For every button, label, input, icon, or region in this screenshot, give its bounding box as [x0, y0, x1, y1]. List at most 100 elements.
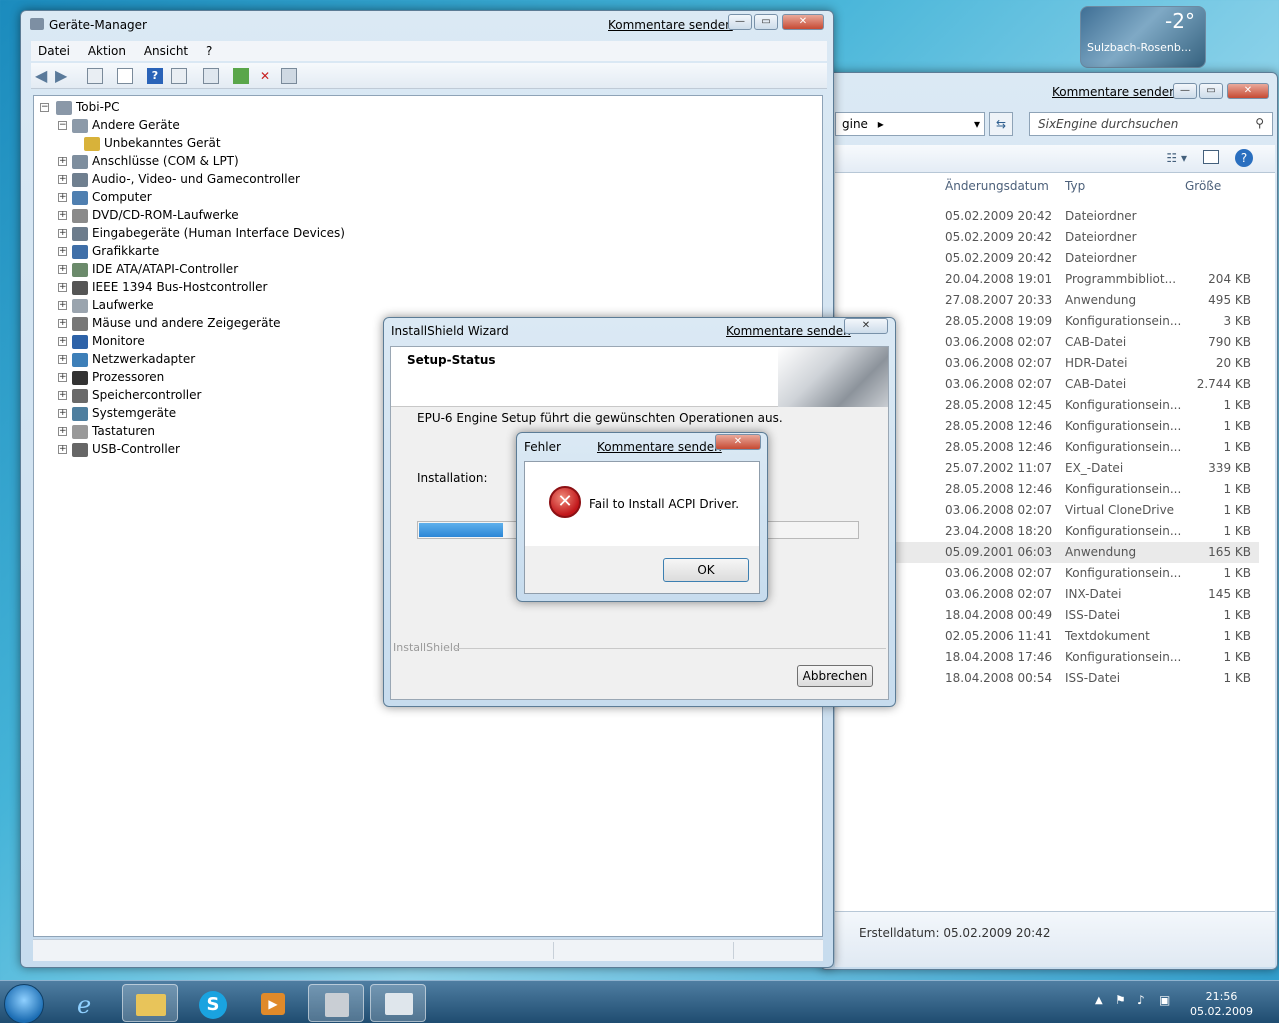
devmgr-toolbar: ◀ ▶ ? ✕ [31, 63, 827, 89]
cancel-button[interactable]: Abbrechen [797, 665, 873, 687]
expand-icon[interactable]: + [58, 355, 67, 364]
wizard-message: EPU-6 Engine Setup führt die gewünschten… [417, 411, 783, 425]
wizard-banner-art [778, 347, 888, 407]
file-row[interactable]: 18.04.2008 17:46 Konfigurationsein... 1 KB [835, 647, 1259, 668]
file-row[interactable]: 03.06.2008 02:07 INX-Datei 145 KB [835, 584, 1259, 605]
views-icon[interactable]: ☷ ▾ [1166, 151, 1187, 165]
weather-gadget[interactable]: -2° Sulzbach-Rosenb... [1080, 6, 1206, 68]
column-type[interactable]: Typ [1065, 179, 1085, 193]
file-row[interactable]: 03.06.2008 02:07 CAB-Datei 2.744 KB [835, 374, 1259, 395]
file-row[interactable]: 03.06.2008 02:07 CAB-Datei 790 KB [835, 332, 1259, 353]
column-size[interactable]: Größe [1185, 179, 1221, 193]
file-row[interactable]: 03.06.2008 02:07 Virtual CloneDrive 1 KB [835, 500, 1259, 521]
show-hide-tree-icon[interactable] [87, 68, 103, 84]
expand-icon[interactable]: + [58, 427, 67, 436]
collapse-icon[interactable]: − [58, 121, 67, 130]
expand-icon[interactable]: + [58, 247, 67, 256]
error-body: ✕ Fail to Install ACPI Driver. OK [524, 461, 760, 594]
search-icon[interactable]: ⚲ [1255, 116, 1264, 130]
explorer-minimize-button[interactable]: — [1173, 83, 1197, 99]
explorer-close-button[interactable]: ✕ [1227, 83, 1269, 99]
file-row[interactable]: 23.04.2008 18:20 Konfigurationsein... 1 KB [835, 521, 1259, 542]
network-icon[interactable]: ▣ [1159, 993, 1170, 1007]
preview-pane-icon[interactable] [1203, 150, 1219, 164]
menu-help[interactable]: ? [199, 41, 219, 61]
expand-icon[interactable]: + [58, 229, 67, 238]
start-button[interactable] [4, 984, 44, 1023]
properties-icon[interactable] [117, 68, 133, 84]
help-book-icon[interactable]: ? [147, 68, 163, 84]
file-row[interactable]: 28.05.2008 12:46 Konfigurationsein... 1 KB [835, 437, 1259, 458]
menu-datei[interactable]: Datei [31, 41, 77, 61]
error-close-button[interactable]: ✕ [715, 434, 761, 450]
update-driver-icon[interactable] [233, 68, 249, 84]
address-bar[interactable]: gine ▸ ▾ [835, 112, 985, 136]
devmgr-feedback-link[interactable]: Kommentare senden [608, 18, 733, 32]
device-manager-taskbar-icon[interactable] [370, 984, 426, 1022]
installer-taskbar-icon[interactable] [308, 984, 364, 1022]
file-row[interactable]: 05.02.2009 20:42 Dateiordner [835, 248, 1259, 269]
expand-icon[interactable]: + [58, 409, 67, 418]
file-row[interactable]: 18.04.2008 00:49 ISS-Datei 1 KB [835, 605, 1259, 626]
expand-icon[interactable]: + [58, 193, 67, 202]
search-input[interactable]: SixEngine durchsuchen ⚲ [1029, 112, 1273, 136]
wizard-close-button[interactable]: ✕ [844, 318, 888, 334]
devmgr-maximize-button[interactable]: ▭ [754, 14, 778, 30]
file-row[interactable]: 02.05.2006 11:41 Textdokument 1 KB [835, 626, 1259, 647]
address-dropdown-icon[interactable]: ▾ [974, 117, 980, 131]
file-row[interactable]: 20.04.2008 19:01 Programmbibliot... 204 KB [835, 269, 1259, 290]
collapse-icon[interactable]: − [40, 103, 49, 112]
forward-arrow-icon[interactable]: ▶ [55, 68, 71, 84]
devmgr-close-button[interactable]: ✕ [782, 14, 824, 30]
uninstall-icon[interactable]: ✕ [257, 68, 273, 84]
devmgr-minimize-button[interactable]: — [728, 14, 752, 30]
expand-icon[interactable]: + [58, 157, 67, 166]
volume-icon[interactable]: ♪ [1137, 993, 1145, 1007]
wizard-feedback-link[interactable]: Kommentare senden [726, 324, 851, 338]
back-arrow-icon[interactable]: ◀ [35, 68, 51, 84]
view-icon[interactable] [171, 68, 187, 84]
file-row[interactable]: 03.06.2008 02:07 HDR-Datei 20 KB [835, 353, 1259, 374]
file-row[interactable]: 27.08.2007 20:33 Anwendung 495 KB [835, 290, 1259, 311]
error-feedback-link[interactable]: Kommentare senden [597, 440, 722, 454]
file-row[interactable]: 03.06.2008 02:07 Konfigurationsein... 1 KB [835, 563, 1259, 584]
file-row[interactable]: 05.02.2009 20:42 Dateiordner [835, 206, 1259, 227]
expand-icon[interactable]: + [58, 265, 67, 274]
expand-icon[interactable]: + [58, 301, 67, 310]
internet-explorer-icon[interactable]: e [62, 984, 118, 1022]
refresh-button[interactable]: ⇆ [989, 112, 1013, 136]
tree-node-label: Anschlüsse (COM & LPT) [92, 154, 239, 168]
file-row[interactable]: 28.05.2008 12:45 Konfigurationsein... 1 KB [835, 395, 1259, 416]
expand-icon[interactable]: + [58, 445, 67, 454]
explorer-taskbar-icon[interactable] [122, 984, 178, 1022]
action-center-icon[interactable]: ⚑ [1115, 993, 1126, 1007]
skype-icon[interactable]: S [184, 984, 240, 1022]
file-row[interactable]: 28.05.2008 19:09 Konfigurationsein... 3 KB [835, 311, 1259, 332]
file-row[interactable]: 28.05.2008 12:46 Konfigurationsein... 1 KB [835, 479, 1259, 500]
expand-icon[interactable]: + [58, 211, 67, 220]
file-row[interactable]: 05.09.2001 06:03 Anwendung 165 KB [835, 542, 1259, 563]
show-hidden-icons-icon[interactable]: ▲ [1095, 995, 1103, 1006]
expand-icon[interactable]: + [58, 391, 67, 400]
disable-device-icon[interactable] [281, 68, 297, 84]
expand-icon[interactable]: + [58, 319, 67, 328]
clock[interactable]: 21:56 05.02.2009 [1190, 989, 1253, 1019]
file-row[interactable]: 28.05.2008 12:46 Konfigurationsein... 1 KB [835, 416, 1259, 437]
menu-aktion[interactable]: Aktion [81, 41, 133, 61]
column-date[interactable]: Änderungsdatum [945, 179, 1049, 193]
scan-hardware-icon[interactable] [203, 68, 219, 84]
explorer-feedback-link[interactable]: Kommentare senden [1052, 85, 1177, 99]
explorer-maximize-button[interactable]: ▭ [1199, 83, 1223, 99]
file-row[interactable]: 05.02.2009 20:42 Dateiordner [835, 227, 1259, 248]
expand-icon[interactable]: + [58, 175, 67, 184]
error-dialog[interactable]: Fehler Kommentare senden ✕ ✕ Fail to Ins… [516, 432, 768, 602]
expand-icon[interactable]: + [58, 337, 67, 346]
file-row[interactable]: 18.04.2008 00:54 ISS-Datei 1 KB [835, 668, 1259, 689]
media-player-icon[interactable]: ▶ [244, 984, 300, 1022]
expand-icon[interactable]: + [58, 373, 67, 382]
ok-button[interactable]: OK [663, 558, 749, 582]
help-icon[interactable]: ? [1235, 149, 1253, 167]
menu-ansicht[interactable]: Ansicht [137, 41, 195, 61]
expand-icon[interactable]: + [58, 283, 67, 292]
file-row[interactable]: 25.07.2002 11:07 EX_-Datei 339 KB [835, 458, 1259, 479]
